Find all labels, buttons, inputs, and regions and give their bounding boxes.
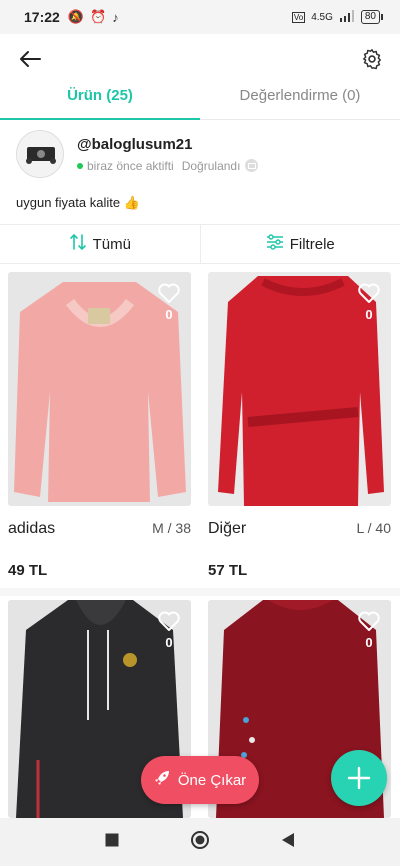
profile-info: @baloglusum21 biraz önce aktifti Doğrula… [77,136,259,173]
status-time: 17:22 [24,9,60,25]
product-info-row: Diğer L / 40 [208,520,391,538]
status-right: Vo 4.5G 80 [291,9,384,25]
promote-button[interactable]: Öne Çıkar [141,756,259,804]
product-info-row: adidas M / 38 [8,520,191,538]
battery-icon: 80 [360,10,384,24]
filter-button[interactable]: Filtrele [199,225,400,263]
product-image[interactable]: 0 [208,272,391,506]
filter-label: Filtrele [289,235,335,253]
rocket-icon [154,770,170,790]
heart-icon [358,283,380,303]
product-price: 57 TL [208,562,248,579]
sort-label: Tümü [92,235,131,253]
like-count: 0 [365,307,373,322]
like-button[interactable]: 0 [357,282,381,322]
row-separator [0,588,400,596]
alarm-icon: ⏰ [90,9,107,24]
seller-profile: @baloglusum21 biraz önce aktifti Doğrula… [16,128,384,180]
like-count: 0 [165,307,173,322]
filter-bar: Tümü Filtrele [0,224,400,264]
product-size: L / 40 [356,520,391,536]
profile-meta: biraz önce aktifti Doğrulandı [77,158,259,173]
heart-icon [158,283,180,303]
like-button[interactable]: 0 [357,610,381,650]
signal-icon [339,9,355,25]
tiktok-icon: ♪ [112,9,119,25]
network-label: 4.5G [311,11,333,23]
heart-icon [158,611,180,631]
profile-bio: uygun fiyata kalite 👍 [16,195,140,210]
like-button[interactable]: 0 [157,610,181,650]
back-arrow-icon[interactable] [16,45,44,73]
recents-square-icon[interactable] [105,833,119,852]
sort-button[interactable]: Tümü [0,225,200,263]
tab-reviews[interactable]: Değerlendirme (0) [200,84,400,119]
product-size: M / 38 [152,520,191,536]
sort-arrows-icon [69,233,87,255]
like-count: 0 [165,635,173,650]
product-brand: Diğer [208,520,247,537]
product-card[interactable]: 0 Diğer L / 40 57 TL [208,272,391,579]
volte-icon: Vo [291,11,306,23]
system-nav-bar [0,818,400,866]
email-verified-icon [245,159,259,172]
product-image[interactable]: 0 [8,272,191,506]
verified-text: Doğrulandı [181,158,241,173]
settings-gear-icon[interactable] [358,45,386,73]
mute-icon: 🔕 [67,9,84,24]
like-count: 0 [365,635,373,650]
status-bar: 17:22 🔕 ⏰ ♪ Vo 4.5G 80 [0,0,400,34]
like-button[interactable]: 0 [157,282,181,322]
heart-icon [358,611,380,631]
product-card[interactable]: 0 adidas M / 38 49 TL [8,272,191,579]
avatar[interactable] [16,130,64,178]
filter-sliders-icon [266,234,284,254]
promote-label: Öne Çıkar [177,771,247,789]
username[interactable]: @baloglusum21 [77,136,258,153]
app-bar [0,34,400,84]
home-circle-icon[interactable] [190,830,210,855]
add-product-button[interactable] [331,750,387,806]
back-triangle-icon[interactable] [281,832,295,853]
product-brand: adidas [8,520,56,537]
tab-products[interactable]: Ürün (25) [0,84,200,120]
online-status-icon [77,162,83,169]
profile-tabs: Ürün (25) Değerlendirme (0) [0,84,400,120]
plus-icon [347,766,371,790]
product-price: 49 TL [8,562,48,579]
activity-text: biraz önce aktifti [87,158,174,173]
